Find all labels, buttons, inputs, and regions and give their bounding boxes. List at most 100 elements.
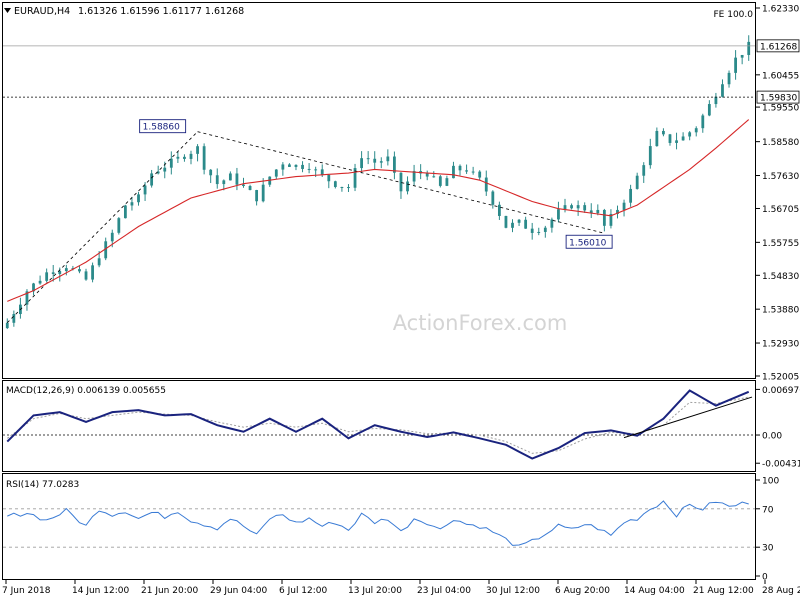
candle-body — [110, 232, 114, 242]
time-axis: 7 Jun 2018 14 Jun 12:00 21 Jun 20:00 29 Jun… — [2, 580, 800, 596]
candle-body — [333, 181, 337, 187]
candle-body — [563, 205, 567, 210]
fe-label: FE 100.0 — [714, 10, 754, 20]
rsi-tick-label: 30 — [762, 544, 774, 554]
candle-body — [504, 215, 508, 228]
macd-title: MACD(12,26,9) 0.006139 0.005655 — [6, 386, 166, 396]
candle-body — [340, 186, 344, 188]
candle-body — [281, 164, 285, 170]
candle-body — [202, 146, 206, 170]
candle-body — [301, 164, 304, 169]
candle-body — [45, 272, 49, 281]
candle-body — [445, 178, 449, 186]
level-label: 1.59830 — [760, 94, 797, 104]
candle-body — [255, 190, 259, 202]
candle-body — [517, 219, 521, 223]
candle-body — [642, 165, 646, 176]
candle-body — [366, 158, 370, 160]
candle-body — [248, 186, 252, 191]
candle-body — [209, 169, 213, 176]
price-tick-label: 1.58580 — [762, 138, 799, 148]
time-tick-label: 14 Jun 12:00 — [72, 586, 129, 596]
candle-body — [117, 218, 121, 233]
candle-body — [576, 205, 580, 209]
candle-body — [675, 140, 678, 143]
candle-body — [242, 184, 245, 187]
candle-body — [261, 184, 265, 202]
time-tick-label: 21 Jun 20:00 — [141, 586, 198, 596]
time-tick-label: 13 Jul 20:00 — [348, 586, 402, 596]
rsi-line — [7, 500, 749, 546]
candle-body — [51, 272, 55, 274]
candle-body — [150, 173, 154, 186]
trend-line-up — [6, 131, 198, 323]
candle-body — [465, 170, 468, 172]
candle-body — [543, 227, 547, 232]
macd-panel: 0.006976 0.00 -0.00431 — [3, 386, 800, 470]
candle-body — [471, 171, 475, 173]
candle-body — [484, 177, 488, 192]
candle-body — [570, 205, 573, 209]
candle-body — [228, 173, 232, 181]
candle-body — [701, 115, 705, 129]
candle-body — [314, 169, 318, 171]
rsi-tick-label: 70 — [762, 505, 774, 515]
macd-tick-label: 0.00 — [762, 432, 782, 442]
candle-body — [222, 180, 226, 185]
price-tick-label: 1.62330 — [762, 5, 799, 15]
candle-body — [64, 268, 68, 272]
symbol-title: EURAUD,H4 — [14, 6, 70, 17]
candle-body — [5, 322, 9, 329]
candle-body — [714, 96, 718, 105]
candle-body — [583, 205, 587, 211]
candle-body — [622, 202, 626, 210]
price-annotation-label: 1.56010 — [569, 238, 606, 248]
rsi-panel: 10070300 — [3, 477, 779, 583]
candle-body — [320, 169, 324, 175]
candle-body — [176, 156, 180, 159]
dropdown-triangle-icon[interactable] — [4, 8, 11, 13]
candle-body — [169, 158, 173, 168]
candle-body — [458, 165, 462, 171]
candle-body — [196, 146, 199, 154]
candle-body — [727, 72, 731, 85]
price-tick-label: 1.53880 — [762, 306, 799, 316]
candle-body — [307, 168, 311, 170]
candle-body — [123, 205, 127, 219]
time-tick-label: 14 Aug 04:00 — [624, 586, 685, 596]
candle-body — [432, 176, 436, 178]
candle-body — [648, 146, 652, 166]
candle-body — [497, 204, 501, 216]
candlesticks — [5, 35, 751, 329]
candle-body — [189, 153, 193, 159]
candle-body — [740, 54, 744, 58]
candle-body — [373, 158, 377, 163]
candle-body — [734, 57, 737, 73]
candle-body — [274, 169, 278, 177]
macd-tick-label: 0.006976 — [762, 386, 800, 396]
candle-body — [84, 271, 88, 280]
candle-body — [537, 231, 541, 233]
candle-body — [347, 187, 350, 189]
candle-body — [524, 219, 528, 229]
rsi-title: RSI(14) 77.0283 — [6, 480, 79, 490]
candle-body — [163, 167, 167, 172]
candle-body — [668, 134, 672, 143]
candle-body — [721, 84, 724, 97]
candle-body — [327, 174, 331, 182]
price-tick-label: 1.59550 — [762, 104, 799, 114]
price-annotation-label: 1.58860 — [143, 123, 180, 133]
candle-body — [91, 265, 94, 280]
chart-window: ActionForex.com EURAUD,H4 1.61326 1.6159… — [0, 0, 800, 600]
candle-body — [379, 161, 383, 163]
time-tick-label: 7 Jun 2018 — [2, 586, 51, 596]
candle-body — [97, 258, 101, 266]
candle-body — [38, 280, 42, 284]
candle-body — [399, 172, 403, 192]
time-tick-label: 23 Jul 04:00 — [417, 586, 471, 596]
candle-body — [511, 222, 514, 228]
candle-body — [137, 194, 140, 203]
candle-body — [747, 41, 751, 55]
candle-body — [629, 188, 633, 203]
candle-body — [452, 165, 455, 179]
